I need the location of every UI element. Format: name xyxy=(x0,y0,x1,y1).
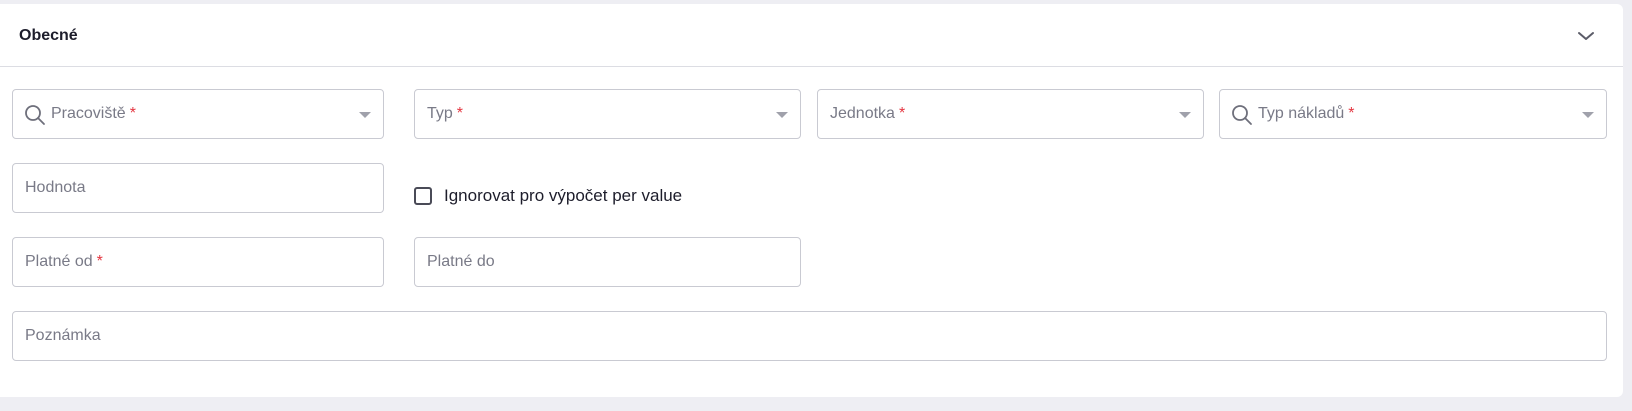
search-icon xyxy=(1232,105,1252,125)
platne-do-label: Platné do xyxy=(427,253,495,270)
jednotka-select[interactable]: Jednotka * xyxy=(817,89,1204,139)
typ-label: Typ xyxy=(427,105,453,122)
caret-down-icon xyxy=(359,112,371,118)
section-header[interactable]: Obecné xyxy=(0,4,1623,67)
checkbox-label: Ignorovat pro výpočet per value xyxy=(444,186,683,205)
pracoviste-label: Pracoviště xyxy=(51,105,126,122)
platne-od-label: Platné od xyxy=(25,253,93,270)
required-mark: * xyxy=(1348,105,1355,122)
required-mark: * xyxy=(96,253,103,270)
pracoviste-select[interactable]: Pracoviště * xyxy=(12,89,384,139)
typ-select[interactable]: Typ * xyxy=(414,89,801,139)
caret-down-icon xyxy=(776,112,788,118)
general-section-card: Obecné Pracoviště * Typ * Jednotka * Typ… xyxy=(0,4,1623,397)
required-mark: * xyxy=(456,105,464,122)
ignore-per-value-checkbox[interactable]: Ignorovat pro výpočet per value xyxy=(414,184,682,208)
caret-down-icon xyxy=(1582,112,1594,118)
jednotka-label: Jednotka xyxy=(830,105,895,122)
platne-do-input[interactable]: Platné do xyxy=(414,237,801,287)
caret-down-icon xyxy=(1179,112,1191,118)
collapse-button[interactable] xyxy=(1572,22,1600,50)
required-mark: * xyxy=(898,105,906,122)
platne-od-input[interactable]: Platné od * xyxy=(12,237,384,287)
hodnota-input[interactable]: Hodnota xyxy=(12,163,384,213)
typ-nakladu-label: Typ nákladů xyxy=(1258,105,1345,122)
typ-nakladu-select[interactable]: Typ nákladů * xyxy=(1219,89,1607,139)
checkbox-box[interactable] xyxy=(414,187,432,205)
hodnota-label: Hodnota xyxy=(25,179,86,196)
required-mark: * xyxy=(129,105,136,122)
poznamka-input[interactable]: Poznámka xyxy=(12,311,1607,361)
poznamka-label: Poznámka xyxy=(25,327,101,344)
section-title: Obecné xyxy=(19,27,78,44)
chevron-down-icon xyxy=(1578,32,1594,40)
search-icon xyxy=(25,105,45,125)
